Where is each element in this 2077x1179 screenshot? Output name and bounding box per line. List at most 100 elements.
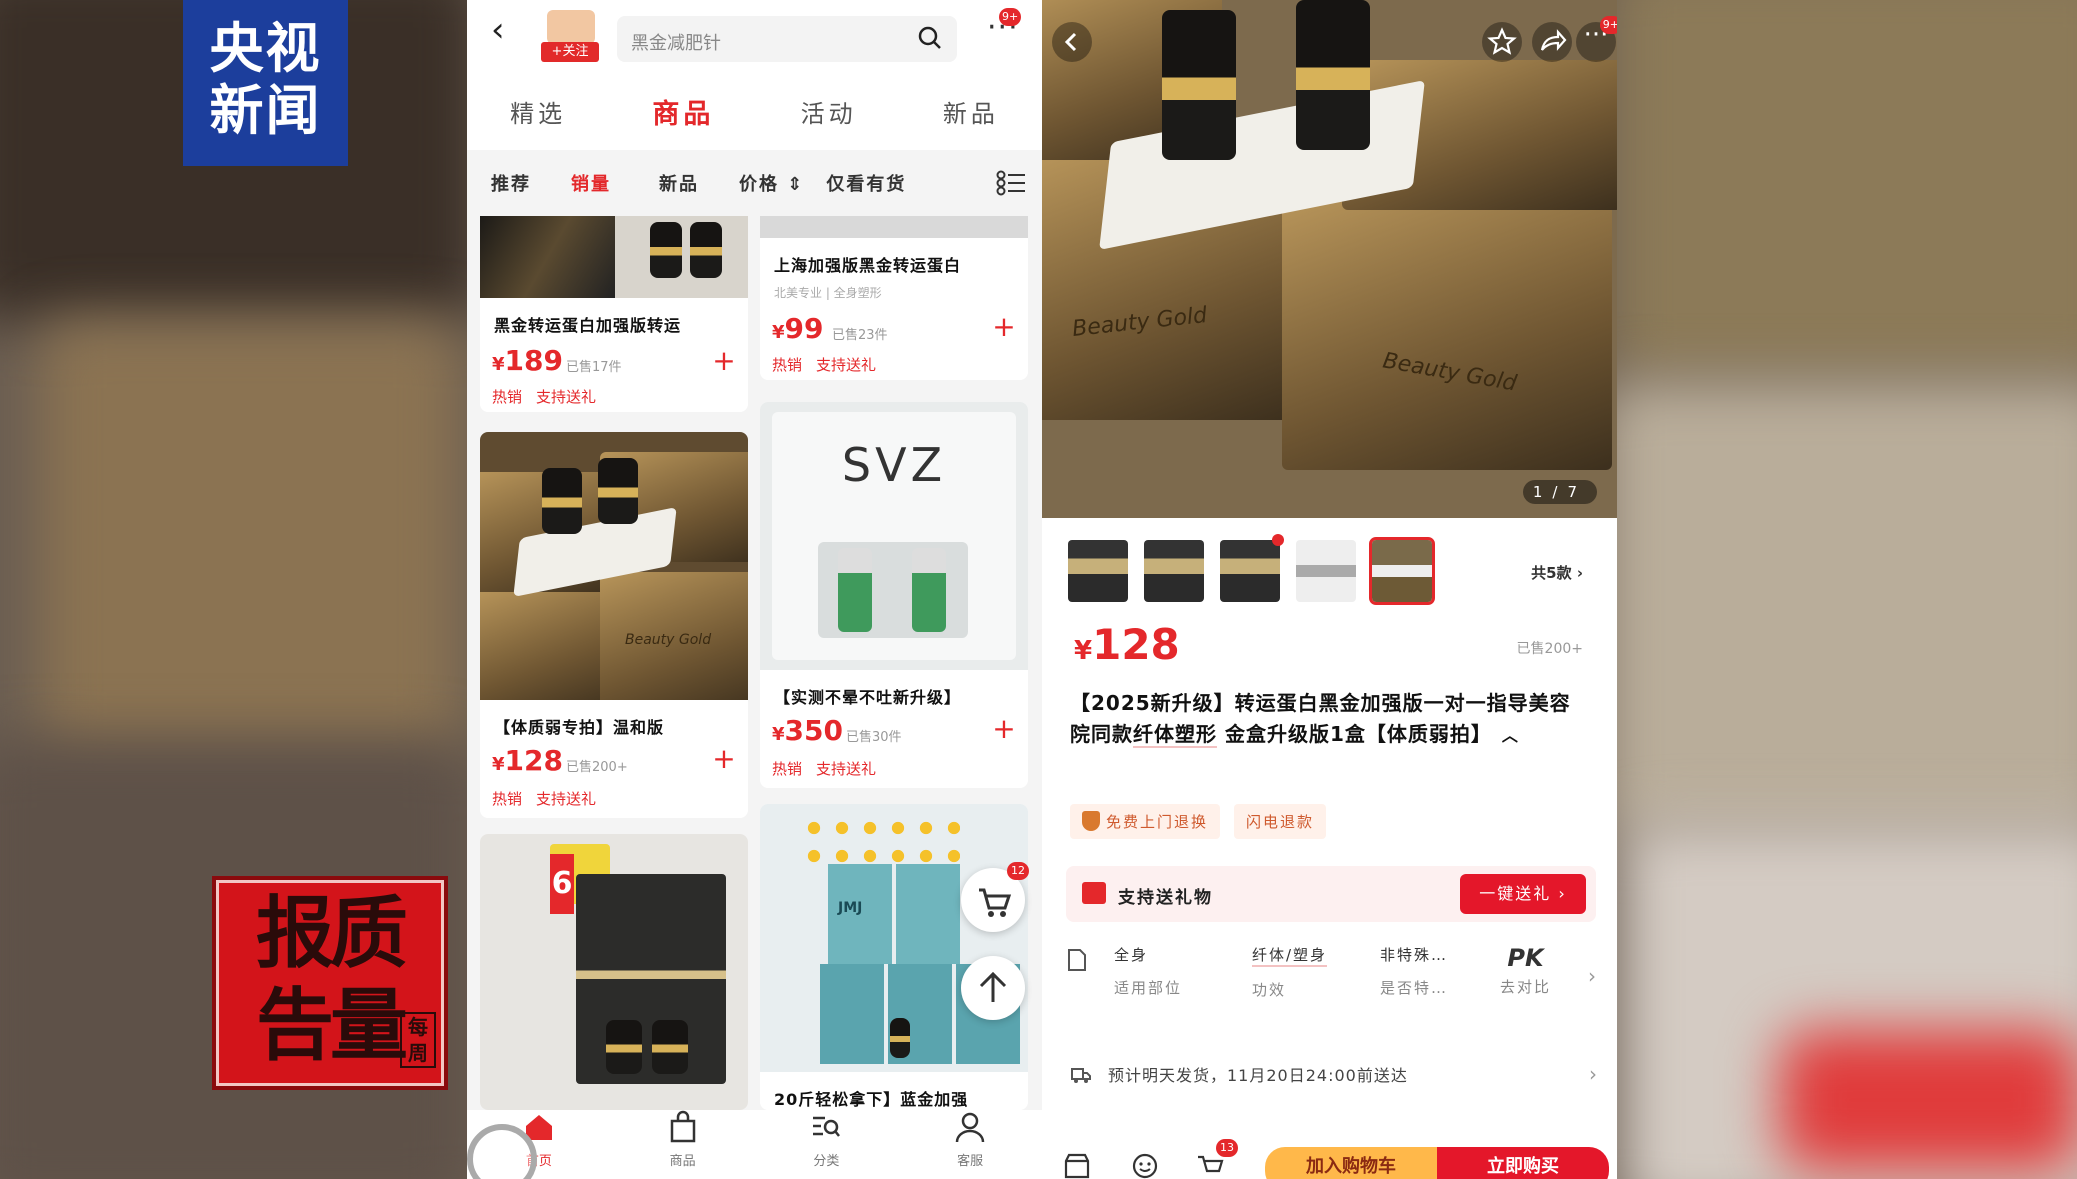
product-card[interactable]: 上海加强版黑金转运蛋白 北美专业 | 全身塑形 ¥99 已售23件 + 热销 支持… bbox=[760, 216, 1028, 380]
product-title: 【体质弱专拍】温和版 bbox=[494, 718, 665, 737]
product-card[interactable]: Beauty Gold 【体质弱专拍】温和版 ¥128 已售200+ + 热销支… bbox=[480, 432, 748, 818]
buy-now-button[interactable]: 立即购买 bbox=[1437, 1147, 1609, 1179]
bottom-nav: 首页 商品 分类 客服 bbox=[467, 1110, 1042, 1179]
shop-header: ‹ +关注 黑金减肥针 ··· 9+ bbox=[467, 0, 1042, 72]
tab-featured[interactable]: 精选 bbox=[510, 94, 566, 129]
shop-avatar[interactable] bbox=[547, 10, 595, 44]
product-tags: 热销 支持送礼 bbox=[492, 388, 597, 406]
variant-thumb[interactable] bbox=[1220, 534, 1284, 602]
service-chips: 免费上门退换 闪电退款 bbox=[1070, 804, 1327, 839]
sold-count: 已售30件 bbox=[846, 730, 902, 745]
customer-service-icon[interactable] bbox=[1130, 1151, 1160, 1179]
product-hero-image[interactable]: Beauty Gold Beauty Gold ··· 9+ 1/7 bbox=[1042, 0, 1617, 518]
product-title: 【实测不晕不吐新升级】 bbox=[774, 688, 962, 707]
product-attributes[interactable]: 全身 适用部位 纤体/塑身 功效 非特殊… 是否特… PK 去对比 › bbox=[1066, 944, 1596, 1024]
product-card[interactable]: 黑金转运蛋白加强版转运 ¥189 已售17件 + 热销 支持送礼 bbox=[480, 216, 748, 412]
sold-count: 已售17件 bbox=[566, 360, 622, 375]
shield-icon bbox=[1082, 811, 1100, 831]
add-icon[interactable]: + bbox=[712, 745, 736, 773]
nav-products[interactable]: 商品 bbox=[643, 1110, 723, 1179]
search-icon[interactable] bbox=[917, 25, 943, 51]
back-arrow-icon bbox=[1064, 32, 1077, 52]
list-view-icon[interactable] bbox=[996, 170, 1026, 196]
user-icon bbox=[955, 1112, 985, 1143]
variant-thumb[interactable] bbox=[1068, 540, 1128, 602]
bag-icon bbox=[670, 1110, 695, 1143]
gift-label: 支持送礼物 bbox=[1118, 888, 1213, 908]
search-query: 黑金减肥针 bbox=[631, 33, 721, 54]
chevron-up-icon[interactable]: ︿ bbox=[1502, 726, 1519, 745]
product-title: 20斤轻松拿下】蓝金加强 bbox=[774, 1090, 969, 1109]
tab-new[interactable]: 新品 bbox=[943, 94, 999, 129]
product-image: SVZ bbox=[760, 402, 1028, 670]
gift-bar: 支持送礼物 一键送礼 › bbox=[1066, 866, 1596, 922]
cart-badge: 13 bbox=[1216, 1139, 1238, 1157]
product-tags: 热销 支持送礼 bbox=[772, 356, 877, 374]
product-card[interactable]: SVZ 【实测不晕不吐新升级】 ¥350 已售30件 + 热销 支持送礼 bbox=[760, 402, 1028, 788]
share-button[interactable] bbox=[1532, 22, 1572, 62]
product-card[interactable]: 6 bbox=[480, 834, 748, 1110]
add-icon[interactable]: + bbox=[992, 313, 1016, 341]
sort-recommended[interactable]: 推荐 bbox=[491, 170, 531, 196]
follow-button[interactable]: +关注 bbox=[541, 42, 599, 62]
add-icon[interactable]: + bbox=[992, 715, 1016, 743]
search-input[interactable]: 黑金减肥针 bbox=[617, 16, 957, 62]
product-tags: 热销 支持送礼 bbox=[772, 760, 877, 778]
product-price: ¥189 bbox=[492, 344, 563, 377]
sort-bar: 推荐 销量 新品 价格 ⇕ 仅看有货 bbox=[467, 150, 1042, 216]
product-image: Beauty Gold bbox=[480, 432, 748, 700]
more-button[interactable]: ··· 9+ bbox=[1576, 16, 1617, 62]
sold-count: 已售23件 bbox=[832, 328, 888, 343]
fast-refund-chip[interactable]: 闪电退款 bbox=[1234, 804, 1327, 839]
filter-in-stock[interactable]: 仅看有货 bbox=[826, 170, 906, 196]
add-icon[interactable]: + bbox=[712, 347, 736, 375]
free-return-chip[interactable]: 免费上门退换 bbox=[1070, 804, 1221, 839]
notification-badge: 9+ bbox=[999, 8, 1022, 26]
tab-products[interactable]: 商品 bbox=[652, 92, 714, 131]
favorite-button[interactable] bbox=[1482, 22, 1522, 62]
product-price: ¥128 bbox=[1074, 620, 1180, 669]
variant-thumb[interactable] bbox=[1296, 540, 1356, 602]
product-image bbox=[480, 216, 748, 298]
nav-categories[interactable]: 分类 bbox=[786, 1110, 866, 1179]
product-subtitle: 北美专业 | 全身塑形 bbox=[774, 286, 882, 300]
arrow-up-icon bbox=[979, 971, 1007, 1002]
product-price: ¥128 bbox=[492, 744, 563, 777]
sort-price[interactable]: 价格 ⇕ bbox=[739, 170, 804, 196]
sort-sales[interactable]: 销量 bbox=[571, 170, 611, 196]
cart-float-button[interactable]: 12 bbox=[961, 862, 1029, 932]
variant-thumb[interactable] bbox=[1144, 540, 1204, 602]
star-icon bbox=[1487, 27, 1517, 55]
cart-badge: 12 bbox=[1007, 862, 1029, 880]
back-button[interactable] bbox=[1052, 22, 1092, 62]
product-title: 上海加强版黑金转运蛋白 bbox=[774, 256, 962, 275]
chevron-right-icon: › bbox=[1576, 564, 1583, 582]
product-image: 6 bbox=[480, 834, 748, 1110]
scroll-top-button[interactable] bbox=[961, 956, 1025, 1020]
back-arrow-icon[interactable]: ‹ bbox=[491, 13, 515, 47]
chevron-right-icon: › bbox=[1589, 1062, 1597, 1086]
chevron-right-icon: › bbox=[1588, 964, 1596, 988]
sold-count: 已售200+ bbox=[1516, 641, 1583, 657]
notification-badge: 9+ bbox=[1599, 16, 1617, 34]
sold-count: 已售200+ bbox=[566, 760, 628, 775]
variant-thumb-selected[interactable] bbox=[1369, 537, 1435, 605]
product-title: 黑金转运蛋白加强版转运 bbox=[494, 316, 682, 335]
cctv-news-logo: 央视 新闻 bbox=[183, 0, 348, 166]
variant-thumbnails bbox=[1068, 534, 1435, 605]
shop-tabs: 精选 商品 活动 新品 bbox=[467, 72, 1042, 150]
store-icon[interactable] bbox=[1062, 1151, 1092, 1179]
sort-new[interactable]: 新品 bbox=[659, 170, 699, 196]
product-image: JMJ bbox=[760, 804, 1028, 1072]
tab-activities[interactable]: 活动 bbox=[801, 94, 857, 129]
document-icon bbox=[1068, 949, 1086, 971]
quality-report-logo: 报质 告量 每周 bbox=[212, 876, 448, 1090]
add-to-cart-button[interactable]: 加入购物车 bbox=[1265, 1147, 1437, 1179]
product-image bbox=[760, 216, 1028, 238]
shop-product-list-screen: ‹ +关注 黑金减肥针 ··· 9+ 精选 商品 活动 新品 推荐 销量 新品 … bbox=[467, 0, 1042, 1179]
send-gift-button[interactable]: 一键送礼 › bbox=[1460, 874, 1586, 914]
shipping-info[interactable]: 预计明天发货，11月20日24:00前送达 bbox=[1070, 1062, 1408, 1086]
nav-customer-service[interactable]: 客服 bbox=[930, 1110, 1010, 1179]
variant-count[interactable]: 共5款 › bbox=[1531, 562, 1583, 583]
product-detail-screen: Beauty Gold Beauty Gold ··· 9+ 1/7 共5款 ›… bbox=[1042, 0, 1617, 1179]
